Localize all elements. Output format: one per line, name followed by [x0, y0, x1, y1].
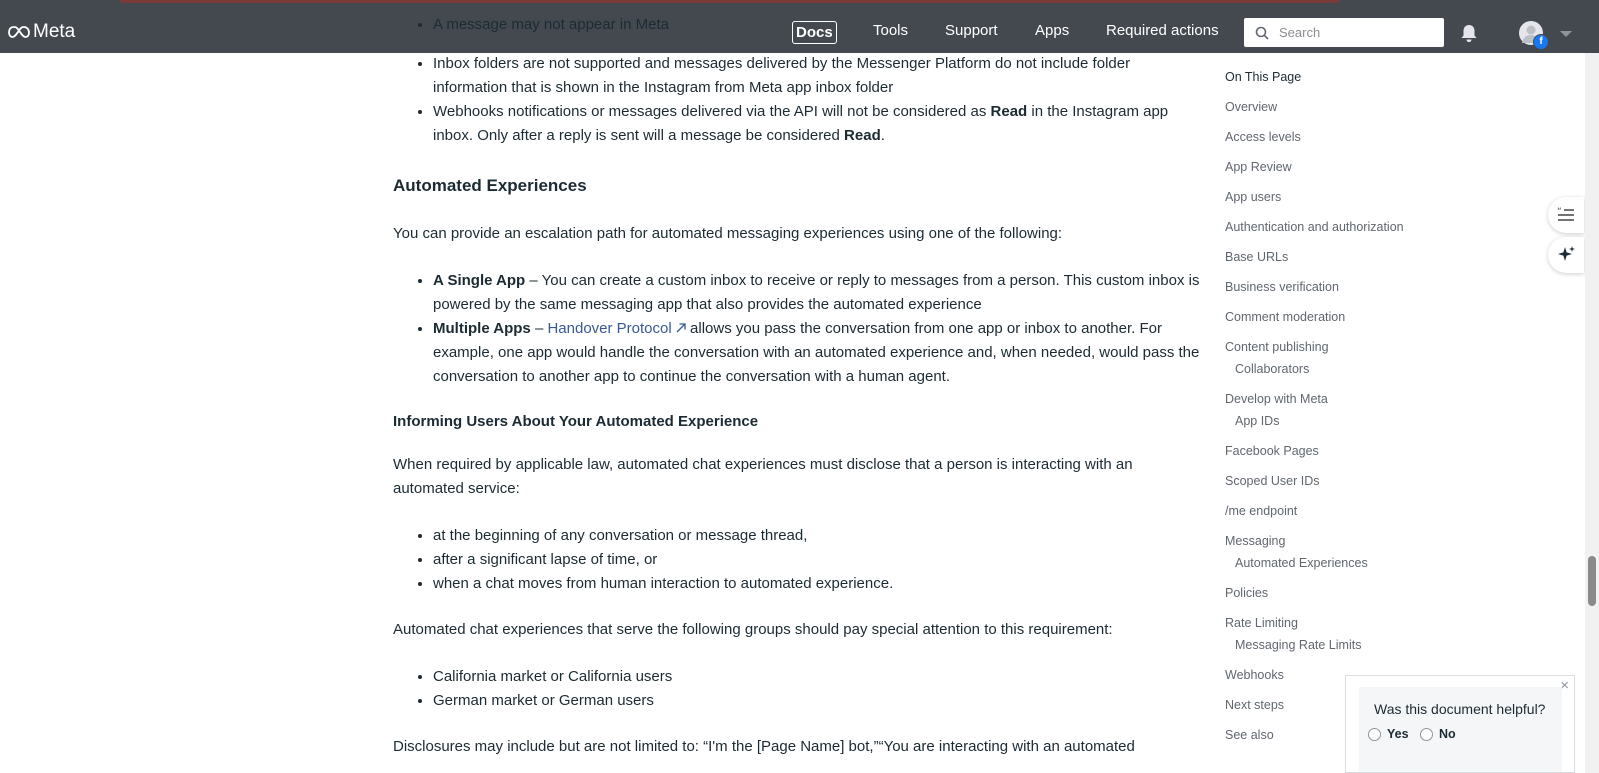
- top-navigation-bar: Meta Docs Tools Support Apps Required ac…: [0, 0, 1599, 53]
- toc-item-overview[interactable]: Overview: [1225, 100, 1277, 114]
- nav-apps[interactable]: Apps: [1035, 22, 1069, 39]
- ai-assistant-button[interactable]: [1548, 237, 1584, 273]
- toc-item-me-endpoint[interactable]: /me endpoint: [1225, 504, 1297, 518]
- meta-infinity-icon: [8, 26, 30, 38]
- escalation-options-list: A Single App – You can create a custom i…: [393, 269, 1223, 389]
- search-icon: [1255, 26, 1269, 40]
- toc-item-collaborators[interactable]: Collaborators: [1235, 362, 1309, 376]
- list-item: Webhooks notifications or messages deliv…: [433, 100, 1193, 148]
- search-input[interactable]: [1277, 24, 1431, 41]
- nav-docs[interactable]: Docs: [792, 21, 837, 44]
- feedback-yes-option[interactable]: Yes: [1368, 727, 1409, 741]
- list-item: California market or California users: [433, 665, 1223, 689]
- nav-tools[interactable]: Tools: [873, 22, 908, 39]
- brand-name: Meta: [33, 21, 76, 42]
- informing-users-heading: Informing Users About Your Automated Exp…: [393, 413, 759, 430]
- page-scrollbar[interactable]: [1585, 53, 1599, 773]
- automated-experiences-heading: Automated Experiences: [393, 176, 587, 195]
- informing-intro: When required by applicable law, automat…: [393, 456, 1133, 497]
- scrollbar-thumb[interactable]: [1588, 556, 1596, 606]
- handover-protocol-link[interactable]: Handover Protocol: [547, 320, 686, 337]
- toc-item-next-steps[interactable]: Next steps: [1225, 698, 1284, 712]
- toc-item-develop-with-meta[interactable]: Develop with Meta: [1225, 392, 1328, 406]
- toc-item-automated-experiences[interactable]: Automated Experiences: [1235, 556, 1368, 570]
- toc-item-access-levels[interactable]: Access levels: [1225, 130, 1301, 144]
- search-box[interactable]: [1244, 18, 1444, 47]
- list-item: German market or German users: [433, 689, 1223, 713]
- toc-item-app-review[interactable]: App Review: [1225, 160, 1292, 174]
- toc-item-facebook-pages[interactable]: Facebook Pages: [1225, 444, 1319, 458]
- quote-list-icon: “: [1557, 207, 1574, 221]
- toc-item-webhooks[interactable]: Webhooks: [1225, 668, 1284, 682]
- sparkle-icon: [1558, 246, 1575, 261]
- toc-item-comment-moderation[interactable]: Comment moderation: [1225, 310, 1345, 324]
- list-item: A Single App – You can create a custom i…: [433, 269, 1223, 317]
- feedback-panel: Was this document helpful? Yes No: [1359, 687, 1562, 772]
- list-item: after a significant lapse of time, or: [433, 548, 1223, 572]
- toc-item-rate-limiting[interactable]: Rate Limiting: [1225, 616, 1298, 630]
- groups-intro: Automated chat experiences that serve th…: [393, 621, 1113, 638]
- facebook-badge-icon: f: [1533, 34, 1549, 50]
- list-item: Inbox folders are not supported and mess…: [433, 52, 1193, 100]
- disclosure-timing-list: at the beginning of any conversation or …: [393, 524, 1223, 596]
- toc-item-content-publishing[interactable]: Content publishing: [1225, 340, 1329, 354]
- toc-item-authentication[interactable]: Authentication and authorization: [1225, 220, 1404, 234]
- toc-item-scoped-user-ids[interactable]: Scoped User IDs: [1225, 474, 1319, 488]
- yes-radio[interactable]: [1368, 727, 1381, 741]
- feedback-question: Was this document helpful?: [1374, 701, 1546, 717]
- toc-item-see-also[interactable]: See also: [1225, 728, 1274, 742]
- list-item: when a chat moves from human interaction…: [433, 572, 1223, 596]
- feedback-no-option[interactable]: No: [1420, 727, 1456, 741]
- toc-item-business-verification[interactable]: Business verification: [1225, 280, 1339, 294]
- no-radio[interactable]: [1420, 727, 1433, 741]
- browser-edge-strip: [120, 0, 1340, 3]
- quote-list-button[interactable]: “: [1548, 197, 1584, 233]
- list-item: A message may not appear in Meta: [433, 13, 669, 37]
- list-item: Multiple Apps – Handover Protocol allows…: [433, 317, 1223, 389]
- toc-item-app-ids[interactable]: App IDs: [1235, 414, 1279, 428]
- feedback-widget: × Was this document helpful? Yes No: [1345, 675, 1575, 773]
- toc-heading: On This Page: [1225, 70, 1302, 84]
- account-menu-chevron-down-icon[interactable]: [1560, 31, 1572, 37]
- meta-logo[interactable]: Meta: [8, 21, 75, 43]
- toc-item-policies[interactable]: Policies: [1225, 586, 1268, 600]
- notifications-bell-icon[interactable]: [1460, 24, 1478, 43]
- automated-intro: You can provide an escalation path for a…: [393, 225, 1063, 242]
- toc-item-base-urls[interactable]: Base URLs: [1225, 250, 1288, 264]
- nav-required-actions[interactable]: Required actions: [1106, 22, 1219, 39]
- groups-list: California market or California users Ge…: [393, 665, 1223, 713]
- user-avatar[interactable]: f: [1519, 21, 1549, 50]
- toc-item-messaging-rate-limits[interactable]: Messaging Rate Limits: [1235, 638, 1361, 652]
- external-link-icon: [676, 323, 686, 333]
- list-item: at the beginning of any conversation or …: [433, 524, 1223, 548]
- toc-item-app-users[interactable]: App users: [1225, 190, 1281, 204]
- nav-support[interactable]: Support: [945, 22, 998, 39]
- toc-item-messaging[interactable]: Messaging: [1225, 534, 1285, 548]
- disclosures-paragraph: Disclosures may include but are not limi…: [393, 738, 1135, 755]
